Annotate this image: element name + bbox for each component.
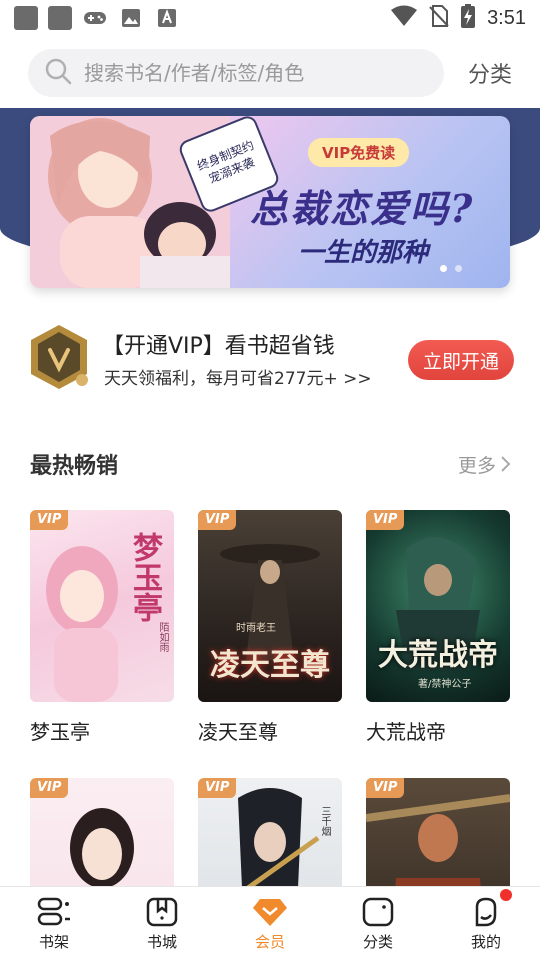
profile-icon: [475, 897, 497, 927]
book-card[interactable]: VIP 凌天至尊 时雨老王 凌天至尊: [198, 510, 342, 745]
vip-promo-title: 【开通VIP】看书超省钱: [102, 334, 335, 359]
more-link[interactable]: 更多: [458, 451, 512, 478]
book-title: 凌天至尊: [198, 720, 278, 744]
notification-icons: [14, 6, 180, 30]
cover-author: 三千烟: [319, 806, 330, 836]
app-notification-icon: [48, 6, 72, 30]
book-cover: VIP 大荒战帝 著/禁神公子: [366, 510, 510, 702]
vip-free-read-badge: VIP免费读: [308, 138, 410, 167]
nav-label: 会员: [254, 933, 285, 951]
vip-promo-desc[interactable]: 天天领福利，每月可省277元+ >>: [104, 364, 372, 389]
search-row: 分类: [0, 44, 540, 102]
vip-diamond-icon: [253, 899, 287, 926]
book-card[interactable]: VIP 梦玉亭 陌如雨 梦玉亭: [30, 510, 174, 745]
search-icon: [44, 57, 72, 89]
promo-banner[interactable]: 终身制契约宠溺来袭 VIP免费读 总裁恋爱吗? 一生的那种: [30, 116, 510, 288]
nav-label: 我的: [470, 933, 501, 951]
banner-subtitle: 一生的那种: [298, 238, 429, 268]
nav-category[interactable]: 分类: [324, 887, 432, 960]
book-cover: VIP 凌天至尊 时雨老王: [198, 510, 342, 702]
vip-shield-icon: [31, 325, 88, 389]
book-card[interactable]: VIP 大荒战帝 著/禁神公子 大荒战帝: [366, 510, 510, 745]
search-input[interactable]: [84, 61, 414, 85]
vip-tag: VIP: [30, 778, 69, 798]
more-label: 更多: [457, 454, 496, 477]
book-title: 梦玉亭: [30, 720, 90, 744]
cover-author: 陌如雨: [157, 622, 168, 652]
image-icon: [118, 6, 144, 30]
nav-bookshelf[interactable]: 书架: [0, 887, 108, 960]
nav-label: 书架: [38, 933, 69, 951]
chevron-right-icon: [501, 456, 511, 472]
activate-vip-button[interactable]: 立即开通: [408, 340, 514, 380]
battery-charging-icon: [461, 4, 476, 32]
wifi-icon: [391, 5, 418, 31]
bookstore-icon: [146, 897, 178, 927]
section-title: 最热畅销: [30, 454, 119, 479]
nav-label: 书城: [146, 933, 177, 951]
vip-tag: VIP: [30, 510, 69, 530]
vip-promo: 【开通VIP】看书超省钱 天天领福利，每月可省277元+ >> 立即开通: [28, 322, 514, 392]
vip-tag: VIP: [198, 510, 237, 530]
no-sim-icon: [429, 5, 449, 31]
cover-title: 梦玉亭: [127, 532, 162, 622]
search-bar[interactable]: [28, 49, 444, 97]
cover-author: 著/禁神公子: [418, 679, 472, 690]
vip-tag: VIP: [198, 778, 237, 798]
cover-title: 大荒战帝: [378, 638, 498, 673]
vip-tag: VIP: [366, 778, 405, 798]
text-a-icon: [154, 6, 180, 30]
nav-profile[interactable]: 我的: [432, 887, 540, 960]
carousel-dot: [455, 265, 462, 272]
book-title: 大荒战帝: [366, 720, 446, 744]
vip-tag: VIP: [366, 510, 405, 530]
app-notification-icon: [14, 6, 38, 30]
cover-title: 凌天至尊: [210, 648, 330, 683]
notification-dot: [500, 889, 512, 901]
carousel-dot: [440, 265, 447, 272]
cover-author: 时雨老王: [236, 623, 276, 634]
bookshelf-icon: [37, 897, 70, 926]
nav-bookstore[interactable]: 书城: [108, 887, 216, 960]
status-bar: 3:51: [0, 0, 540, 36]
book-cover: VIP 梦玉亭 陌如雨: [30, 510, 174, 702]
section-header: 最热畅销 更多: [30, 448, 512, 480]
carousel-indicator: [440, 265, 462, 272]
clock: 3:51: [487, 6, 526, 29]
category-link[interactable]: 分类: [468, 57, 512, 89]
bottom-nav: 书架 书城 会员 分类 我的: [0, 886, 540, 960]
gamepad-icon: [82, 6, 108, 30]
category-icon: [362, 897, 394, 927]
banner-title: 总裁恋爱吗?: [250, 186, 475, 231]
nav-label: 分类: [362, 933, 393, 951]
nav-vip[interactable]: 会员: [216, 887, 324, 960]
